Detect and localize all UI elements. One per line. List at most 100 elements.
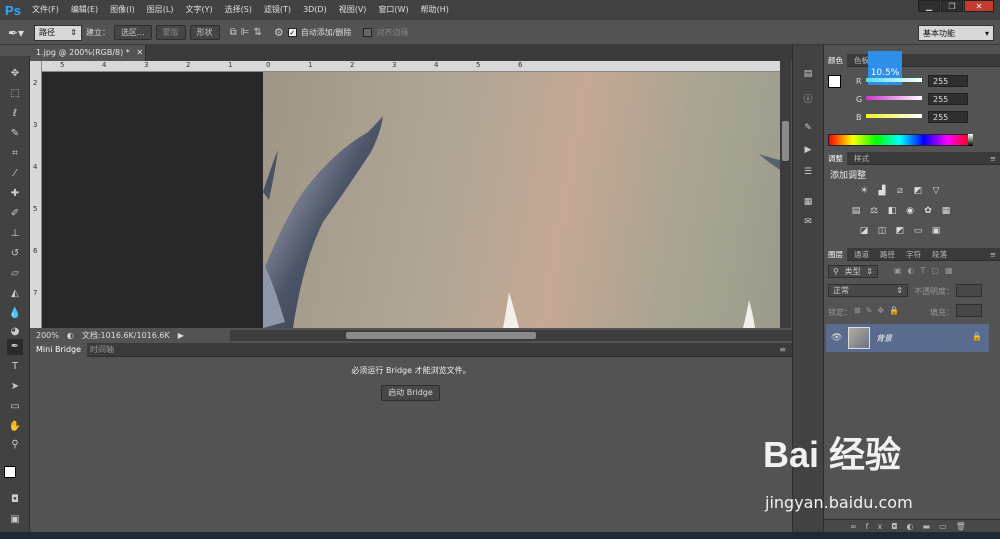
- tab-character[interactable]: 字符: [902, 248, 925, 261]
- align-edges-checkbox[interactable]: [363, 28, 373, 37]
- layer-name[interactable]: 背景: [876, 333, 892, 344]
- menu-type[interactable]: 文字(Y): [179, 0, 218, 20]
- color-spectrum-bar[interactable]: [828, 134, 972, 146]
- notes-icon[interactable]: ✉: [801, 215, 815, 229]
- vertical-scrollbar[interactable]: [780, 61, 791, 328]
- type-tool-icon[interactable]: T: [7, 359, 23, 375]
- black-white-icon[interactable]: ◧: [886, 206, 898, 217]
- gradient-map-icon[interactable]: ▭: [912, 226, 924, 237]
- exposure-icon[interactable]: ◩: [912, 186, 924, 197]
- blue-slider[interactable]: [866, 114, 922, 118]
- invert-icon[interactable]: ◪: [858, 226, 870, 237]
- layer-filter-icons[interactable]: ▣◐T▢▦: [894, 266, 959, 275]
- path-operations-icon[interactable]: ⧉: [230, 27, 237, 38]
- chevron-right-icon[interactable]: ▶: [178, 331, 184, 340]
- path-selection-tool-icon[interactable]: ➤: [7, 379, 23, 395]
- green-slider[interactable]: [866, 96, 922, 100]
- layer-comps-icon[interactable]: ▦: [801, 195, 815, 209]
- workspace-dropdown[interactable]: 基本功能 ▾: [918, 25, 994, 41]
- quick-select-tool-icon[interactable]: ✎: [7, 126, 23, 142]
- menu-file[interactable]: 文件(F): [26, 0, 65, 20]
- green-value[interactable]: 255: [928, 93, 968, 105]
- tab-adjustments[interactable]: 调整: [824, 152, 847, 165]
- selection-button[interactable]: 选区...: [114, 25, 152, 40]
- path-alignment-icon[interactable]: ⊫: [241, 27, 250, 38]
- document-canvas[interactable]: [263, 72, 780, 328]
- red-value[interactable]: 255: [928, 75, 968, 87]
- hand-tool-icon[interactable]: ✋: [7, 419, 23, 435]
- mask-button[interactable]: 蒙版: [155, 25, 186, 40]
- crop-tool-icon[interactable]: ⌗: [7, 146, 23, 162]
- export-icon[interactable]: ◐: [67, 331, 74, 340]
- tab-timeline[interactable]: 时间轴: [84, 343, 120, 357]
- properties-icon[interactable]: ☰: [801, 165, 815, 179]
- menu-view[interactable]: 视图(V): [333, 0, 373, 20]
- tab-styles[interactable]: 样式: [850, 152, 873, 165]
- rectangle-tool-icon[interactable]: ▭: [7, 399, 23, 415]
- gear-icon[interactable]: ⚙: [274, 26, 284, 39]
- brightness-icon[interactable]: ☀: [858, 186, 870, 197]
- menu-3d[interactable]: 3D(D): [297, 0, 333, 20]
- posterize-icon[interactable]: ◫: [876, 226, 888, 237]
- panel-menu-icon[interactable]: ≡: [986, 152, 1000, 165]
- menu-filter[interactable]: 滤镜(T): [258, 0, 297, 20]
- tab-channels[interactable]: 通道: [850, 248, 873, 261]
- eraser-tool-icon[interactable]: ▱: [7, 266, 23, 282]
- tab-layers[interactable]: 图层: [824, 248, 847, 261]
- hue-saturation-icon[interactable]: ▤: [850, 206, 862, 217]
- panel-menu-icon[interactable]: ≡: [773, 343, 792, 357]
- red-slider[interactable]: [866, 78, 922, 82]
- menu-edit[interactable]: 编辑(E): [65, 0, 104, 20]
- tab-mini-bridge[interactable]: Mini Bridge: [30, 343, 88, 357]
- blue-value[interactable]: 255: [928, 111, 968, 123]
- curves-icon[interactable]: ⧄: [894, 186, 906, 197]
- restore-button[interactable]: ❐: [941, 0, 963, 12]
- brush-tool-icon[interactable]: ✐: [7, 206, 23, 222]
- selective-color-icon[interactable]: ▣: [930, 226, 942, 237]
- vibrance-icon[interactable]: ▽: [930, 186, 942, 197]
- path-arrangement-icon[interactable]: ⇅: [254, 27, 262, 38]
- foreground-color-swatch[interactable]: [828, 75, 841, 88]
- history-icon[interactable]: ▤: [801, 67, 815, 81]
- menu-select[interactable]: 选择(S): [219, 0, 258, 20]
- zoom-level[interactable]: 200%: [36, 331, 59, 340]
- eye-icon[interactable]: 👁: [831, 333, 842, 343]
- menu-layer[interactable]: 图层(L): [141, 0, 180, 20]
- screen-mode-icon[interactable]: ▣: [7, 512, 23, 528]
- marquee-tool-icon[interactable]: ⬚: [7, 86, 23, 102]
- shape-button[interactable]: 形状: [189, 25, 220, 40]
- photo-filter-icon[interactable]: ◉: [904, 206, 916, 217]
- quick-mask-icon[interactable]: ◘: [7, 492, 23, 508]
- paint-bucket-tool-icon[interactable]: ◭: [7, 286, 23, 302]
- eyedropper-tool-icon[interactable]: ⁄: [7, 166, 23, 182]
- channel-mixer-icon[interactable]: ✿: [922, 206, 934, 217]
- panel-menu-icon[interactable]: ≡: [986, 248, 1000, 261]
- pen-tool-icon[interactable]: ✒: [7, 339, 23, 355]
- lock-icons[interactable]: ⊠✎✥🔒: [854, 306, 904, 315]
- menu-image[interactable]: 图像(I): [104, 0, 141, 20]
- blend-mode-dropdown[interactable]: 正常 ⇕: [828, 284, 908, 297]
- close-icon[interactable]: ✕: [136, 48, 143, 57]
- actions-icon[interactable]: ▶: [801, 143, 815, 157]
- tab-color[interactable]: 颜色: [824, 54, 847, 67]
- fill-input[interactable]: [956, 304, 982, 317]
- info-icon[interactable]: ⓘ: [801, 93, 815, 107]
- menu-window[interactable]: 窗口(W): [372, 0, 414, 20]
- minimize-button[interactable]: ▁: [918, 0, 940, 12]
- zoom-tool-icon[interactable]: ⚲: [7, 437, 23, 453]
- layer-filter-dropdown[interactable]: ⚲ 类型 ⇕: [828, 265, 878, 278]
- launch-bridge-button[interactable]: 启动 Bridge: [381, 385, 440, 401]
- scroll-thumb[interactable]: [782, 121, 789, 161]
- foreground-color-swatch[interactable]: [4, 466, 16, 478]
- history-brush-tool-icon[interactable]: ↺: [7, 246, 23, 262]
- menu-help[interactable]: 帮助(H): [415, 0, 455, 20]
- color-lookup-icon[interactable]: ▦: [940, 206, 952, 217]
- auto-add-delete-checkbox[interactable]: ✓: [287, 28, 297, 37]
- document-tab[interactable]: 1.jpg @ 200%(RGB/8) * ✕: [30, 45, 146, 61]
- scroll-thumb[interactable]: [346, 332, 536, 339]
- dodge-tool-icon[interactable]: ◕: [7, 324, 23, 340]
- healing-brush-tool-icon[interactable]: ✚: [7, 186, 23, 202]
- clone-stamp-tool-icon[interactable]: ⊥: [7, 226, 23, 242]
- tab-paths[interactable]: 路径: [876, 248, 899, 261]
- tab-paragraph[interactable]: 段落: [928, 248, 951, 261]
